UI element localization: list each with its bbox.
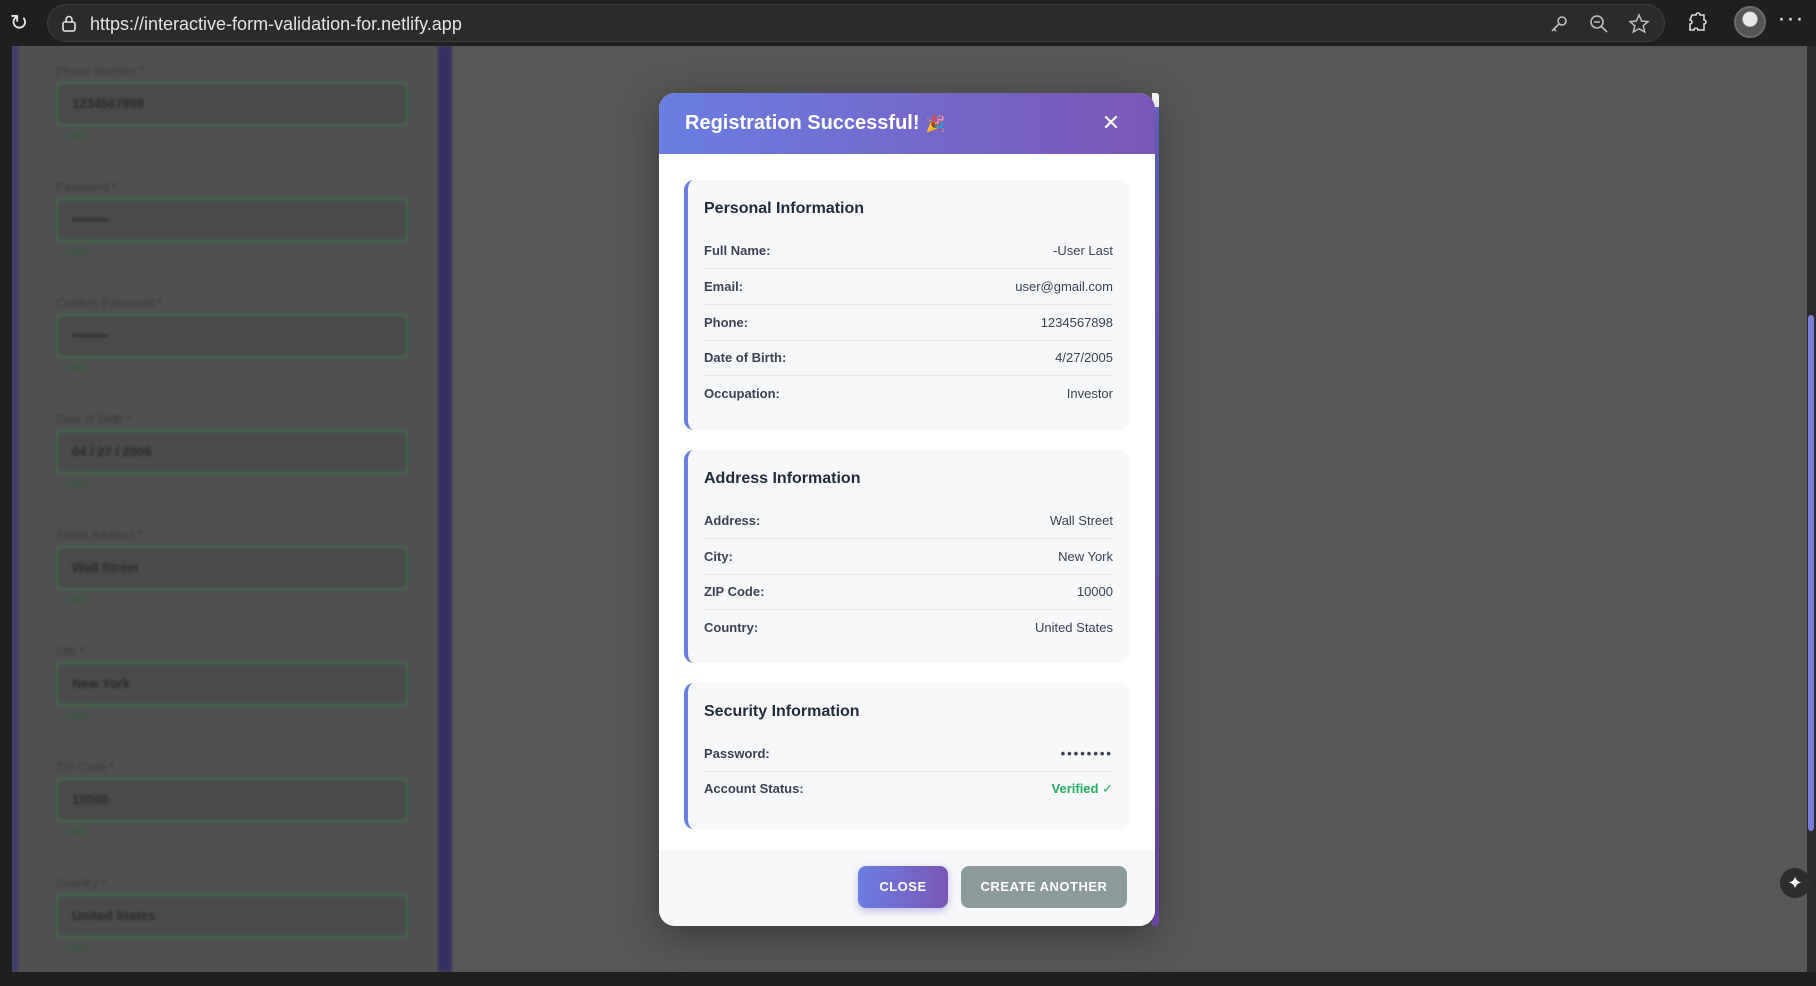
row-label: Address: <box>704 513 761 528</box>
row-label: Date of Birth: <box>704 350 787 365</box>
bg-field-input: •••••••• <box>56 314 408 358</box>
row-value: -User Last <box>1053 243 1113 258</box>
personal-info-section: Personal Information Full Name: -User La… <box>684 180 1129 430</box>
reload-icon[interactable]: ↻ <box>4 8 34 38</box>
info-row-country: Country: United States <box>704 610 1113 646</box>
party-popper-icon: 🎉 <box>925 116 946 133</box>
row-value: New York <box>1058 549 1113 564</box>
info-row-account-status: Account Status: Verified ✓ <box>704 771 1113 807</box>
bg-field-label: Phone Number * <box>56 64 145 78</box>
close-button[interactable]: CLOSE <box>858 866 948 908</box>
bg-field: Password * •••••••• Valid <box>56 180 408 262</box>
bg-field-valid: Valid <box>64 478 88 490</box>
bg-field-valid: Valid <box>64 594 88 606</box>
row-value: 1234567898 <box>1040 315 1113 330</box>
favorite-star-icon[interactable] <box>1628 13 1650 35</box>
more-menu-icon[interactable]: ··· <box>1776 7 1806 38</box>
modal-footer: CLOSE CREATE ANOTHER <box>659 850 1155 926</box>
bg-field-label: ZIP Code * <box>56 760 115 774</box>
row-value: •••••••• <box>1060 746 1113 761</box>
row-label: City: <box>704 549 733 564</box>
bg-field-label: Confirm Password * <box>56 296 163 310</box>
bg-field: Phone Number * 1234567898 Valid <box>56 64 408 146</box>
row-label: Full Name: <box>704 243 771 258</box>
bg-field-valid: Valid <box>64 130 88 142</box>
row-value: Wall Street <box>1049 513 1113 528</box>
lock-icon[interactable] <box>60 14 78 32</box>
row-value: Investor <box>1066 386 1113 401</box>
close-icon[interactable]: ✕ <box>1096 108 1126 138</box>
bg-field: ZIP Code * 10000 Valid <box>56 760 408 842</box>
row-label: ZIP Code: <box>704 584 765 599</box>
bg-field-valid: Valid <box>64 710 88 722</box>
bg-field-input: New York <box>56 662 408 706</box>
verified-status-badge: Verified ✓ <box>1051 781 1113 796</box>
info-row-full-name: Full Name: -User Last <box>704 233 1113 269</box>
row-label: Account Status: <box>704 781 804 796</box>
bg-field-valid: Valid <box>64 362 88 374</box>
bg-field-label: Street Address * <box>56 528 143 542</box>
row-label: Email: <box>704 279 744 294</box>
url-text[interactable]: https://interactive-form-validation-for.… <box>90 5 462 43</box>
extensions-icon[interactable] <box>1684 10 1710 36</box>
address-bar[interactable]: https://interactive-form-validation-for.… <box>47 4 1665 42</box>
bg-field-label: Date of Birth * <box>56 412 131 426</box>
bg-field: Street Address * Wall Street Valid <box>56 528 408 610</box>
info-row-address: Address: Wall Street <box>704 503 1113 539</box>
section-title: Security Information <box>704 703 860 720</box>
info-row-zip: ZIP Code: 10000 <box>704 574 1113 610</box>
zoom-out-icon[interactable] <box>1588 13 1610 35</box>
key-icon[interactable] <box>1548 13 1570 35</box>
bg-field-input: 04 / 27 / 2005 <box>56 430 408 474</box>
bg-field: City * New York Valid <box>56 644 408 726</box>
bg-field-input: 10000 <box>56 778 408 822</box>
bg-field-valid: Valid <box>64 246 88 258</box>
info-row-password: Password: •••••••• <box>704 736 1113 772</box>
row-value: United States <box>1034 620 1113 635</box>
bg-field-label: City * <box>56 644 85 658</box>
registration-success-modal: Registration Successful! 🎉 ✕ Personal Inf… <box>659 93 1155 926</box>
scrollbar-thumb[interactable] <box>1808 315 1814 831</box>
section-title: Address Information <box>704 470 861 487</box>
bg-field: Date of Birth * 04 / 27 / 2005 Valid <box>56 412 408 494</box>
row-label: Password: <box>704 746 770 761</box>
info-row-phone: Phone: 1234567898 <box>704 305 1113 341</box>
modal-header: Registration Successful! 🎉 ✕ <box>659 93 1155 154</box>
bg-field: Country * United States Valid <box>56 876 408 958</box>
info-row-occupation: Occupation: Investor <box>704 376 1113 412</box>
bg-field: Confirm Password * •••••••• Valid <box>56 296 408 378</box>
bg-field-input: United States <box>56 894 408 938</box>
window-bottom-edge <box>0 972 1816 986</box>
info-row-city: City: New York <box>704 539 1113 575</box>
row-value: user@gmail.com <box>1015 279 1113 294</box>
profile-avatar[interactable] <box>1734 6 1766 38</box>
security-info-section: Security Information Password: •••••••• … <box>684 683 1129 829</box>
row-value: 4/27/2005 <box>1055 350 1113 365</box>
bg-field-valid: Valid <box>64 942 88 954</box>
bg-field-input: •••••••• <box>56 198 408 242</box>
copilot-sparkle-icon[interactable]: ✦ <box>1780 868 1810 898</box>
modal-title-text: Registration Successful! <box>685 112 920 134</box>
section-title: Personal Information <box>704 200 865 217</box>
create-another-button[interactable]: CREATE ANOTHER <box>961 866 1127 908</box>
bg-field-label: Country * <box>56 876 107 890</box>
row-value: 10000 <box>1076 584 1113 599</box>
row-label: Phone: <box>704 315 749 330</box>
info-row-email: Email: user@gmail.com <box>704 269 1113 305</box>
browser-toolbar: ↻ https://interactive-form-validation-fo… <box>0 0 1816 46</box>
row-label: Country: <box>704 620 759 635</box>
bg-field-valid: Valid <box>64 826 88 838</box>
modal-title: Registration Successful! 🎉 <box>685 93 945 155</box>
info-row-dob: Date of Birth: 4/27/2005 <box>704 340 1113 376</box>
bg-field-label: Password * <box>56 180 117 194</box>
row-label: Occupation: <box>704 386 780 401</box>
bg-field-input: 1234567898 <box>56 82 408 126</box>
bg-field-input: Wall Street <box>56 546 408 590</box>
background-registration-form: Phone Number * 1234567898 Valid Password… <box>12 46 452 972</box>
address-info-section: Address Information Address: Wall Street… <box>684 450 1129 663</box>
